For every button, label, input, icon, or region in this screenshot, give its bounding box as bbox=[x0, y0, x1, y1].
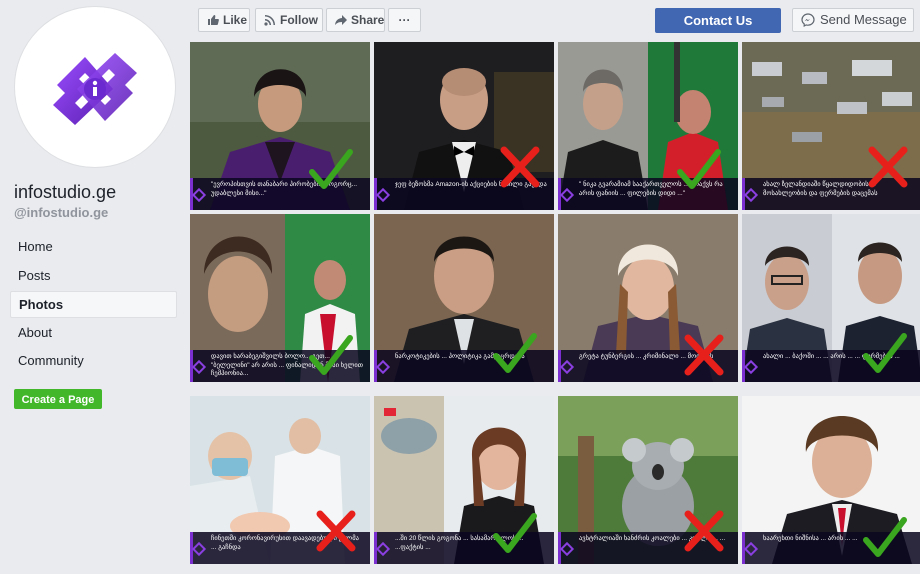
send-message-label: Send Message bbox=[820, 12, 907, 27]
more-options-button[interactable]: ··· bbox=[388, 8, 421, 32]
send-message-button[interactable]: Send Message bbox=[792, 8, 914, 32]
red-cross-icon bbox=[684, 510, 724, 552]
green-check-icon bbox=[677, 149, 721, 189]
like-label: Like bbox=[223, 13, 248, 27]
photo-tile[interactable]: ...ში 20 წლის გოგონა ... სასამართლოს ...… bbox=[374, 396, 554, 564]
infostudio-logo-icon bbox=[53, 53, 137, 125]
photo-tile[interactable]: ავსტრალიაში ხანძრის კოალები ... კოალა ..… bbox=[558, 396, 738, 564]
photo-tile[interactable]: ნარკოტიკების ... პოლიტიკა გამკაცრდება bbox=[374, 214, 554, 382]
page-action-bar: Like Follow Share ··· Contact Us Send Me… bbox=[190, 0, 920, 42]
follow-label: Follow bbox=[280, 13, 318, 27]
green-check-icon bbox=[863, 333, 907, 373]
more-options-icon: ··· bbox=[398, 13, 411, 27]
photo-tile[interactable]: დავით ხარაბეგიშვილს ბოლო... გეთ... "ბელე… bbox=[190, 214, 370, 382]
nav-item-posts[interactable]: Posts bbox=[10, 263, 177, 290]
contact-us-button[interactable]: Contact Us bbox=[655, 8, 781, 33]
share-arrow-icon bbox=[335, 15, 347, 25]
red-cross-icon bbox=[500, 146, 540, 188]
follow-button[interactable]: Follow bbox=[255, 8, 323, 32]
rss-follow-icon bbox=[264, 15, 275, 26]
photo-tile[interactable]: "ევროპისთვის თანაბარი პირობები, როგორც..… bbox=[190, 42, 370, 210]
photo-tile[interactable]: გრეტა ტუნბერგის ... კრიმინალი ... მოიცავ… bbox=[558, 214, 738, 382]
share-label: Share bbox=[351, 13, 385, 27]
green-check-icon bbox=[309, 335, 353, 375]
red-cross-icon bbox=[316, 510, 356, 552]
green-check-icon bbox=[309, 149, 353, 189]
create-page-button[interactable]: Create a Page bbox=[14, 389, 102, 409]
red-cross-icon bbox=[684, 334, 724, 376]
nav-item-photos[interactable]: Photos bbox=[10, 291, 177, 318]
page-name[interactable]: infostudio.ge bbox=[14, 182, 116, 203]
nav-item-home[interactable]: Home bbox=[10, 234, 177, 261]
thumbs-up-icon bbox=[208, 15, 219, 25]
green-check-icon bbox=[863, 517, 907, 557]
nav-item-community[interactable]: Community bbox=[10, 348, 177, 375]
red-cross-icon bbox=[868, 146, 908, 188]
page-nav: Home Posts Photos About Community bbox=[10, 234, 177, 377]
messenger-icon bbox=[801, 13, 815, 27]
page-root: infostudio.ge @infostudio.ge Home Posts … bbox=[0, 0, 920, 574]
green-check-icon bbox=[493, 513, 537, 553]
photo-tile[interactable]: " ნიკა გვარამიამ სააქართველოს ... მოაქვს… bbox=[558, 42, 738, 210]
share-button[interactable]: Share bbox=[326, 8, 385, 32]
profile-picture[interactable] bbox=[14, 6, 176, 168]
left-sidebar: infostudio.ge @infostudio.ge Home Posts … bbox=[0, 0, 187, 574]
photo-tile[interactable]: ახალ ზელანდიაში წყალდიდობის ... მოსახლეო… bbox=[742, 42, 920, 210]
photo-tile[interactable]: ახალი ... ბაქოში ... ... არის ... ... ფი… bbox=[742, 214, 920, 382]
photo-grid: "ევროპისთვის თანაბარი პირობები, როგორც..… bbox=[190, 42, 920, 574]
photo-tile[interactable]: ხაარეხთი ნიშნისა ... არის ... ... bbox=[742, 396, 920, 564]
photo-tile[interactable]: ჩინეთში კორონავირუსით დაავადებული ქალმა … bbox=[190, 396, 370, 564]
nav-item-about[interactable]: About bbox=[10, 320, 177, 347]
photo-tile[interactable]: ჯეფ ბეზოსმა Amazon-ის აქციების ნაწილი გა… bbox=[374, 42, 554, 210]
page-handle: @infostudio.ge bbox=[14, 205, 109, 220]
like-button[interactable]: Like bbox=[198, 8, 250, 32]
green-check-icon bbox=[493, 333, 537, 373]
